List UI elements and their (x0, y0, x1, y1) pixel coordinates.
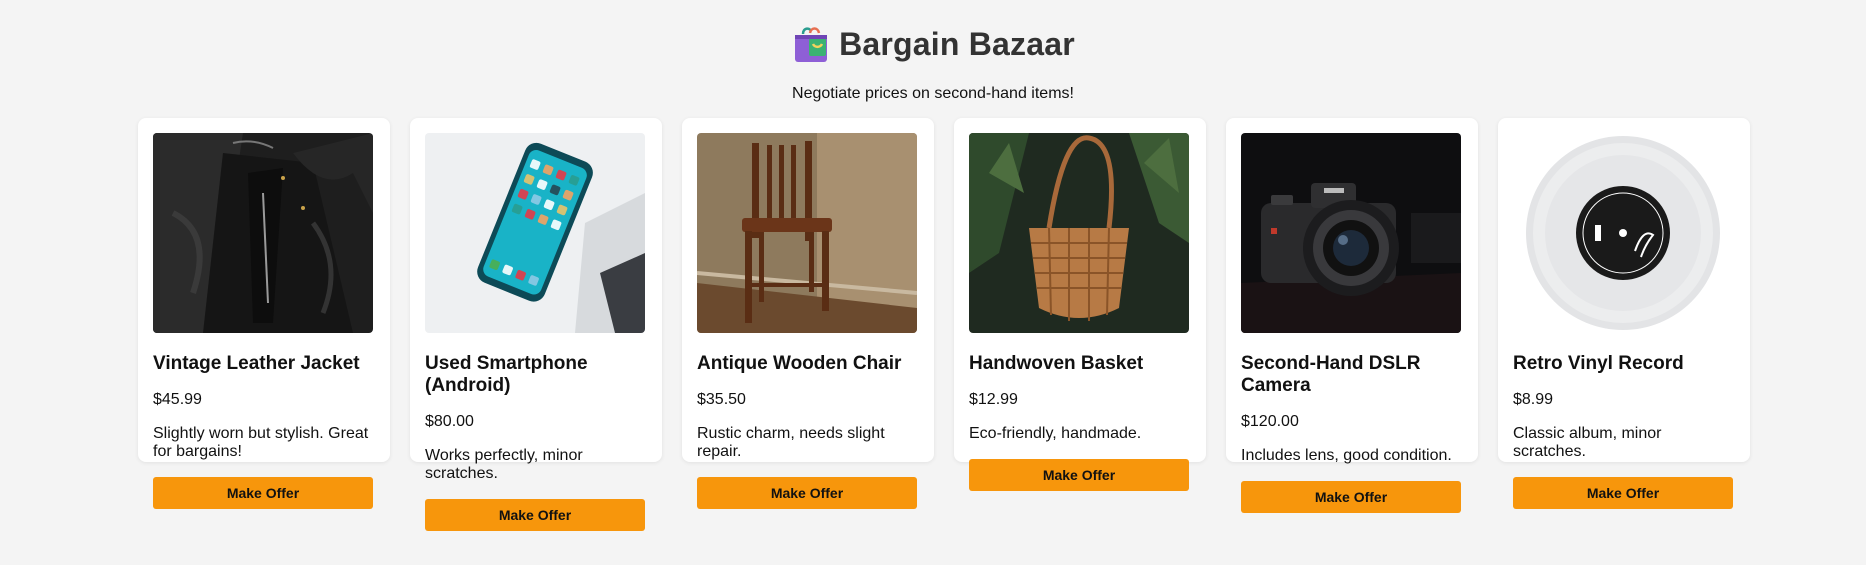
product-card: Used Smartphone (Android) $80.00 Works p… (410, 118, 662, 531)
vinyl-record-photo (1513, 133, 1733, 333)
page-title: Bargain Bazaar (839, 25, 1075, 62)
product-price: $80.00 (425, 413, 474, 430)
product-description: Classic album, minor scratches. (1513, 425, 1662, 460)
camera-photo (1241, 133, 1461, 333)
product-description: Includes lens, good condition. (1241, 447, 1452, 464)
make-offer-button[interactable]: Make Offer (153, 477, 373, 509)
product-description: Rustic charm, needs slight repair. (697, 425, 885, 460)
shopping-bag-icon (795, 27, 828, 62)
product-name: Handwoven Basket (969, 353, 1144, 374)
product-name: Retro Vinyl Record (1513, 353, 1684, 374)
product-price: $35.50 (697, 391, 746, 408)
product-description: Eco-friendly, handmade. (969, 425, 1142, 442)
leather-jacket-photo (153, 133, 373, 333)
make-offer-button[interactable]: Make Offer (1513, 477, 1733, 509)
title-row: Bargain Bazaar (791, 22, 1075, 66)
product-description: Slightly worn but stylish. Great for bar… (153, 425, 369, 460)
make-offer-button[interactable]: Make Offer (425, 499, 645, 531)
product-description: Works perfectly, minor scratches. (425, 447, 583, 482)
smartphone-photo (425, 133, 645, 333)
product-name: Second-Hand DSLR Camera (1241, 353, 1421, 396)
product-name: Vintage Leather Jacket (153, 353, 360, 374)
product-price: $45.99 (153, 391, 202, 408)
product-card: Vintage Leather Jacket $45.99 Slightly w… (138, 118, 390, 509)
product-card: Antique Wooden Chair $35.50 Rustic charm… (682, 118, 934, 509)
product-price: $120.00 (1241, 413, 1299, 430)
page-subtitle: Negotiate prices on second-hand items! (792, 85, 1074, 102)
product-grid: Vintage Leather Jacket $45.99 Slightly w… (138, 118, 1750, 531)
page-header: Bargain Bazaar Negotiate prices on secon… (0, 0, 1866, 103)
make-offer-button[interactable]: Make Offer (697, 477, 917, 509)
product-name: Antique Wooden Chair (697, 353, 902, 374)
make-offer-button[interactable]: Make Offer (1241, 481, 1461, 513)
product-card: Retro Vinyl Record $8.99 Classic album, … (1498, 118, 1750, 509)
make-offer-button[interactable]: Make Offer (969, 459, 1189, 491)
basket-photo (969, 133, 1189, 333)
product-name: Used Smartphone (Android) (425, 353, 588, 396)
product-price: $8.99 (1513, 391, 1554, 408)
product-price: $12.99 (969, 391, 1018, 408)
product-card: Second-Hand DSLR Camera $120.00 Includes… (1226, 118, 1478, 513)
wooden-chair-photo (697, 133, 917, 333)
product-card: Handwoven Basket $12.99 Eco-friendly, ha… (954, 118, 1206, 491)
